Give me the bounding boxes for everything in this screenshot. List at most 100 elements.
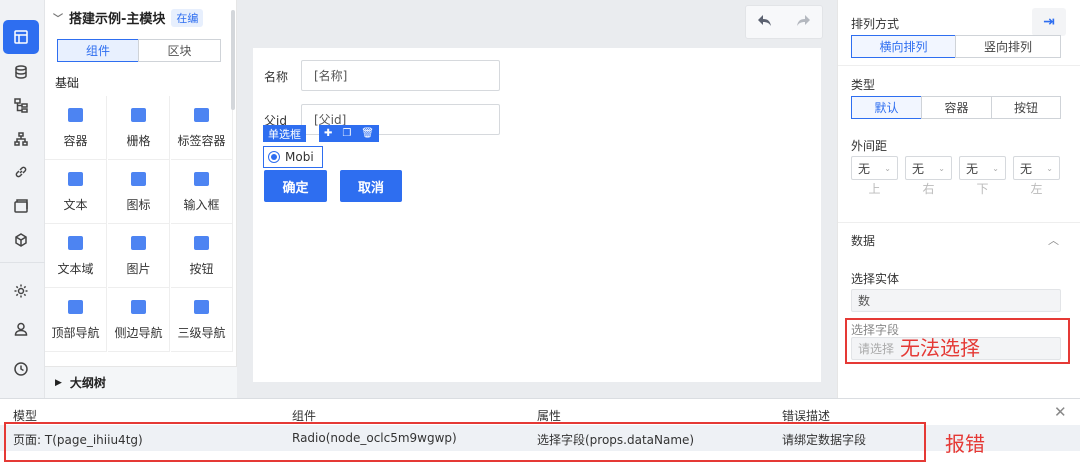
database-icon[interactable]	[3, 55, 39, 89]
margin-value: 无	[966, 161, 979, 176]
margin-value: 无	[1020, 161, 1033, 176]
component-item[interactable]: 输入框	[171, 160, 233, 224]
puzzle-icon[interactable]: ✚	[324, 128, 332, 139]
annotation-cannot-select: 无法选择	[900, 336, 980, 360]
component-icon	[131, 172, 146, 186]
confirm-button[interactable]: 确定	[264, 170, 327, 202]
trash-icon[interactable]: 🗑	[361, 128, 374, 139]
component-label: 图标	[126, 198, 151, 212]
window-icon[interactable]	[3, 189, 39, 223]
design-canvas: 名称 [名称] 父id [父id] 单选框 ✚ ❐ 🗑 Mobi 确定 取消	[237, 0, 837, 398]
type-button[interactable]: 按钮	[991, 96, 1061, 119]
chevron-down-icon[interactable]: ﹀	[53, 10, 63, 25]
component-item[interactable]: 图标	[108, 160, 170, 224]
component-icon	[131, 108, 146, 122]
type-default[interactable]: 默认	[851, 96, 922, 119]
component-item[interactable]: 按钮	[171, 224, 233, 288]
copy-icon[interactable]: ❐	[342, 128, 351, 139]
chevron-down-icon: ⌄	[938, 163, 945, 173]
module-title: ﹀ 搭建示例-主模块 在编	[53, 8, 204, 27]
component-icon	[194, 108, 209, 122]
component-item[interactable]: 容器	[45, 96, 107, 160]
margin-label: 外间距	[851, 139, 888, 153]
arrange-vertical[interactable]: 竖向排列	[955, 35, 1061, 58]
chevron-down-icon: ⌄	[884, 163, 891, 173]
cancel-button[interactable]: 取消	[340, 170, 402, 202]
field-label-name: 名称	[264, 70, 289, 84]
component-label: 标签容器	[177, 134, 226, 148]
component-label: 文本	[63, 198, 88, 212]
margin-value: 无	[912, 161, 925, 176]
close-icon[interactable]: ✕	[1054, 403, 1067, 421]
outline-label: 大纲树	[69, 376, 106, 390]
radio-button[interactable]	[268, 151, 280, 163]
margin-side-label: 右	[922, 182, 935, 196]
link-icon[interactable]	[3, 155, 39, 189]
arrange-label: 排列方式	[851, 17, 900, 31]
radio-component-toolbar: ✚ ❐ 🗑	[319, 125, 379, 142]
type-container[interactable]: 容器	[921, 96, 992, 119]
settings-icon[interactable]	[3, 274, 39, 308]
margin-select[interactable]: 无 ⌄	[905, 156, 952, 180]
tab-blocks[interactable]: 区块	[138, 39, 221, 62]
component-item[interactable]: 栅格	[108, 96, 170, 160]
component-icon	[131, 300, 146, 314]
margin-select[interactable]: 无 ⌄	[1013, 156, 1060, 180]
chevron-up-icon[interactable]: ︿	[1048, 232, 1059, 248]
component-label: 侧边导航	[114, 326, 163, 340]
component-item[interactable]: 文本	[45, 160, 107, 224]
component-icon	[68, 108, 83, 122]
component-label: 栅格	[126, 134, 151, 148]
collapse-panel-icon[interactable]: ⇥	[1032, 8, 1066, 36]
data-section-title: 数据	[851, 234, 876, 248]
margin-value: 无	[858, 161, 871, 176]
margin-select[interactable]: 无 ⌄	[851, 156, 898, 180]
component-icon	[194, 172, 209, 186]
user-icon[interactable]	[3, 312, 39, 346]
component-item[interactable]: 图片	[108, 224, 170, 288]
chevron-down-icon: ⌄	[1046, 163, 1053, 173]
component-icon	[68, 172, 83, 186]
radio-option-label: Mobi	[285, 150, 314, 164]
annotation-error: 报错	[945, 432, 985, 456]
entity-input[interactable]: 数	[851, 289, 1061, 312]
component-icon	[194, 236, 209, 250]
name-input[interactable]: [名称]	[301, 60, 500, 91]
section-basic: 基础	[55, 76, 80, 90]
type-label: 类型	[851, 78, 876, 92]
icon-rail	[0, 0, 45, 398]
caret-right-icon: ▶	[55, 377, 62, 388]
margin-select[interactable]: 无 ⌄	[959, 156, 1006, 180]
component-icon	[131, 236, 146, 250]
component-label: 容器	[63, 134, 88, 148]
component-label: 顶部导航	[51, 326, 100, 340]
component-item[interactable]: 标签容器	[171, 96, 233, 160]
redo-icon[interactable]	[795, 14, 811, 31]
page-preview: 名称 [名称] 父id [父id] 单选框 ✚ ❐ 🗑 Mobi 确定 取消	[253, 48, 821, 382]
history-toolbar	[745, 5, 823, 39]
scrollbar[interactable]	[231, 10, 235, 110]
component-label: 文本域	[57, 262, 94, 276]
arrange-horizontal[interactable]: 横向排列	[851, 35, 956, 58]
outline-tree-toggle[interactable]: ▶ 大纲树	[45, 366, 237, 398]
component-label: 按钮	[189, 262, 214, 276]
component-item[interactable]: 侧边导航	[108, 288, 170, 352]
sitemap-icon[interactable]	[3, 122, 39, 156]
margin-side-label: 下	[976, 182, 989, 196]
radio-component[interactable]: Mobi	[263, 146, 323, 168]
component-icon	[194, 300, 209, 314]
component-label: 三级导航	[177, 326, 226, 340]
cube-icon[interactable]	[3, 223, 39, 257]
layout-icon[interactable]	[3, 20, 39, 54]
undo-icon[interactable]	[757, 14, 773, 31]
component-item[interactable]: 文本域	[45, 224, 107, 288]
component-item[interactable]: 三级导航	[171, 288, 233, 352]
radio-component-tag[interactable]: 单选框	[263, 125, 306, 142]
tree-icon[interactable]	[3, 88, 39, 122]
clock-icon[interactable]	[3, 352, 39, 386]
module-title-text: 搭建示例-主模块	[69, 12, 166, 27]
component-item[interactable]: 顶部导航	[45, 288, 107, 352]
status-badge: 在编	[171, 8, 204, 27]
component-panel: ﹀ 搭建示例-主模块 在编 组件 区块 基础 容器 栅格 标签容器文本 图标 输入框文本…	[45, 0, 237, 398]
tab-components[interactable]: 组件	[57, 39, 139, 62]
